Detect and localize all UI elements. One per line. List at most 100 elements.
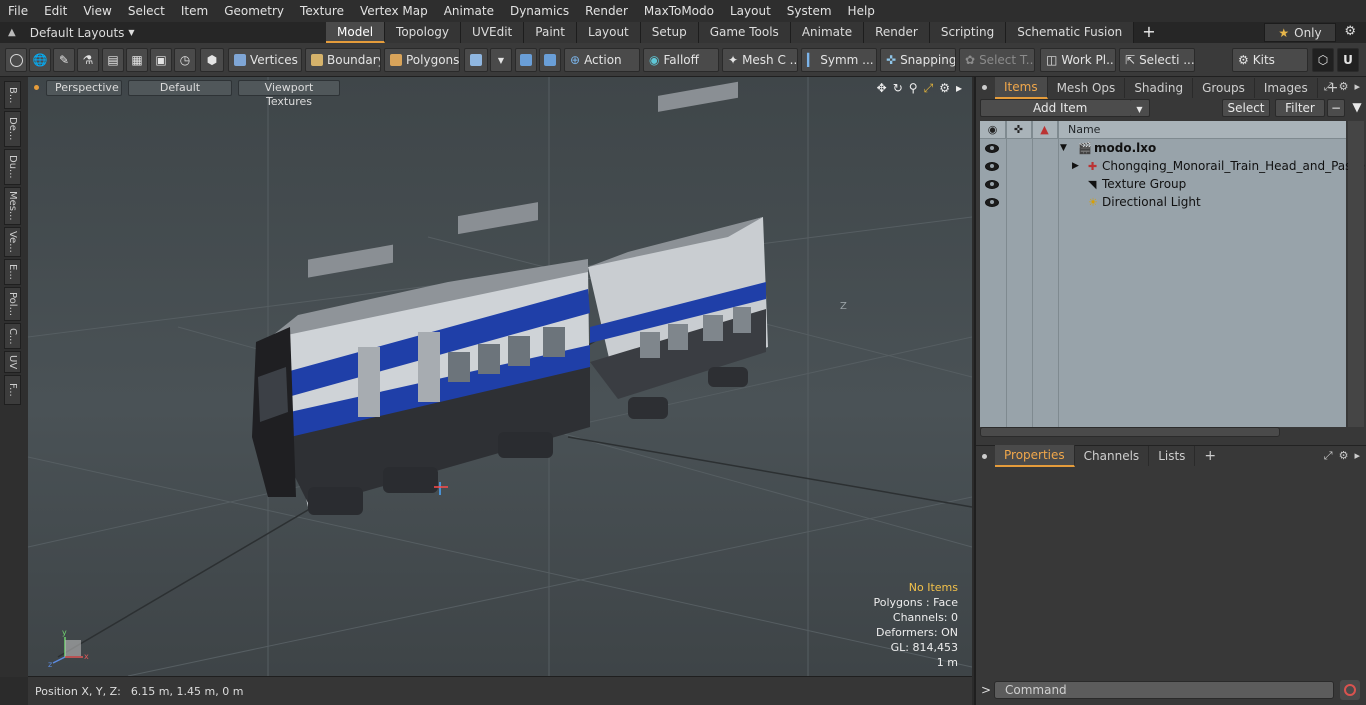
- panel-gear-icon[interactable]: ⚙: [1339, 449, 1349, 463]
- menu-help[interactable]: Help: [840, 0, 883, 22]
- menu-layout[interactable]: Layout: [722, 0, 779, 22]
- gear-icon[interactable]: ⚙: [1344, 24, 1356, 39]
- menu-maxtomodo[interactable]: MaxToModo: [636, 0, 722, 22]
- left-tab-curve[interactable]: C...: [4, 323, 21, 349]
- work-plane-button[interactable]: ◫ Work Pl...: [1040, 48, 1116, 72]
- left-tab-mesh[interactable]: Mes...: [4, 187, 21, 225]
- panel-arrow-icon[interactable]: ▸: [1354, 80, 1360, 94]
- command-input[interactable]: Command: [994, 681, 1334, 699]
- menu-texture[interactable]: Texture: [292, 0, 352, 22]
- left-tab-vertex[interactable]: Ve...: [4, 227, 21, 257]
- unreal-button[interactable]: U: [1337, 48, 1359, 72]
- mesh-mode-button[interactable]: ⬢: [200, 48, 224, 72]
- left-tab-edge[interactable]: E...: [4, 259, 21, 285]
- falloff-button[interactable]: ◉ Falloff: [643, 48, 719, 72]
- lock-column[interactable]: ✜: [1006, 120, 1032, 139]
- snapping-button[interactable]: ✜ Snapping: [880, 48, 956, 72]
- menu-view[interactable]: View: [75, 0, 119, 22]
- box-button[interactable]: ▣: [150, 48, 172, 72]
- item-row-light[interactable]: ☀ Directional Light: [980, 193, 1346, 211]
- funnel-button[interactable]: ▼: [1348, 99, 1366, 117]
- unity-button[interactable]: ⬡: [1312, 48, 1334, 72]
- tab-groups[interactable]: Groups: [1193, 77, 1255, 98]
- item-list-vscroll[interactable]: [1348, 121, 1364, 427]
- rotate-icon[interactable]: ↻: [893, 81, 903, 96]
- symmetry-button[interactable]: ▎ Symm ...: [801, 48, 877, 72]
- menu-vertex-map[interactable]: Vertex Map: [352, 0, 436, 22]
- tab-images[interactable]: Images: [1255, 77, 1318, 98]
- menu-file[interactable]: File: [0, 0, 36, 22]
- selection-sets-button[interactable]: ⇱ Selecti ...: [1119, 48, 1195, 72]
- left-tab-duplicate[interactable]: Du...: [4, 149, 21, 185]
- collapse-button[interactable]: −: [1327, 99, 1345, 117]
- align-button[interactable]: ▤: [102, 48, 124, 72]
- center-button[interactable]: [539, 48, 561, 72]
- left-tab-basic[interactable]: B...: [4, 81, 21, 109]
- tab-items[interactable]: Items: [995, 76, 1048, 99]
- menu-geometry[interactable]: Geometry: [216, 0, 292, 22]
- expand-icon[interactable]: ⤢: [1324, 449, 1333, 463]
- add-item-button[interactable]: Add Item: [980, 99, 1150, 117]
- mode-dropdown-button[interactable]: ▼: [490, 48, 512, 72]
- tab-layout[interactable]: Layout: [576, 22, 641, 43]
- expand-icon[interactable]: ⤢: [1324, 80, 1333, 94]
- record-button[interactable]: [1340, 680, 1360, 700]
- tab-uvedit[interactable]: UVEdit: [461, 22, 525, 43]
- menu-item[interactable]: Item: [173, 0, 216, 22]
- menu-edit[interactable]: Edit: [36, 0, 75, 22]
- tab-model[interactable]: Model: [326, 22, 386, 43]
- mesh-constraint-button[interactable]: ✦ Mesh C ...: [722, 48, 798, 72]
- kits-button[interactable]: ⚙ Kits: [1232, 48, 1308, 72]
- shading-default-button[interactable]: Default: [128, 80, 232, 96]
- pan-icon[interactable]: ✥: [877, 81, 887, 96]
- item-list-hscroll[interactable]: [980, 427, 1280, 437]
- left-tab-deform[interactable]: De...: [4, 111, 21, 147]
- visibility-column[interactable]: ◉: [980, 120, 1006, 139]
- perspective-button[interactable]: Perspective: [46, 80, 122, 96]
- menu-select[interactable]: Select: [120, 0, 173, 22]
- viewport-textures-button[interactable]: Viewport Textures: [238, 80, 340, 108]
- menu-animate[interactable]: Animate: [436, 0, 502, 22]
- panel-gear-icon[interactable]: ⚙: [1339, 80, 1349, 94]
- zoom-icon[interactable]: ⚲: [909, 81, 918, 96]
- item-row-scene[interactable]: ▼ 🎬 modo.lxo: [980, 139, 1346, 157]
- left-tab-polygon[interactable]: Pol...: [4, 287, 21, 321]
- eye-icon[interactable]: [985, 197, 999, 207]
- menu-system[interactable]: System: [779, 0, 840, 22]
- pivot-button[interactable]: [515, 48, 537, 72]
- tab-animate[interactable]: Animate: [790, 22, 865, 43]
- tab-scripting[interactable]: Scripting: [929, 22, 1007, 43]
- add-props-tab-icon[interactable]: +: [1195, 446, 1225, 466]
- add-item-dropdown[interactable]: ▼: [1130, 99, 1150, 117]
- eye-icon[interactable]: [985, 143, 999, 153]
- fit-icon[interactable]: ⤢: [924, 81, 934, 96]
- item-mode-button[interactable]: [464, 48, 488, 72]
- boundary-button[interactable]: Boundary: [305, 48, 381, 72]
- item-row-texture-group[interactable]: ◥ Texture Group: [980, 175, 1346, 193]
- add-tab-icon[interactable]: +: [1134, 22, 1163, 43]
- menu-render[interactable]: Render: [577, 0, 636, 22]
- tab-paint[interactable]: Paint: [524, 22, 577, 43]
- expand-arrow-icon[interactable]: ▶: [1072, 161, 1079, 171]
- tab-lists[interactable]: Lists: [1149, 446, 1196, 466]
- name-column-header[interactable]: Name: [1058, 123, 1100, 136]
- collapse-arrow-icon[interactable]: ▼: [1060, 143, 1067, 153]
- grid-button[interactable]: ▦: [126, 48, 148, 72]
- layout-up-icon[interactable]: ▲: [8, 27, 16, 38]
- only-toggle[interactable]: ★ Only: [1264, 23, 1336, 42]
- tab-topology[interactable]: Topology: [385, 22, 462, 43]
- tab-schematic-fusion[interactable]: Schematic Fusion: [1006, 22, 1135, 43]
- select-button[interactable]: Select: [1222, 99, 1270, 117]
- eye-icon[interactable]: [985, 179, 999, 189]
- left-tab-uv[interactable]: UV: [4, 351, 21, 373]
- item-row-mesh[interactable]: ▶ ✚ Chongqing_Monorail_Train_Head_and_Pa…: [980, 157, 1366, 175]
- tab-mesh-ops[interactable]: Mesh Ops: [1048, 77, 1126, 98]
- globe-button[interactable]: 🌐: [29, 48, 51, 72]
- viewport-gear-icon[interactable]: ⚙: [939, 81, 950, 96]
- pen-button[interactable]: ✎: [53, 48, 75, 72]
- filter-button[interactable]: Filter: [1275, 99, 1325, 117]
- tab-shading[interactable]: Shading: [1125, 77, 1194, 98]
- type-column[interactable]: ▲: [1032, 120, 1058, 139]
- viewport-arrow-icon[interactable]: ▸: [956, 81, 962, 96]
- brush-button[interactable]: ⚗: [77, 48, 99, 72]
